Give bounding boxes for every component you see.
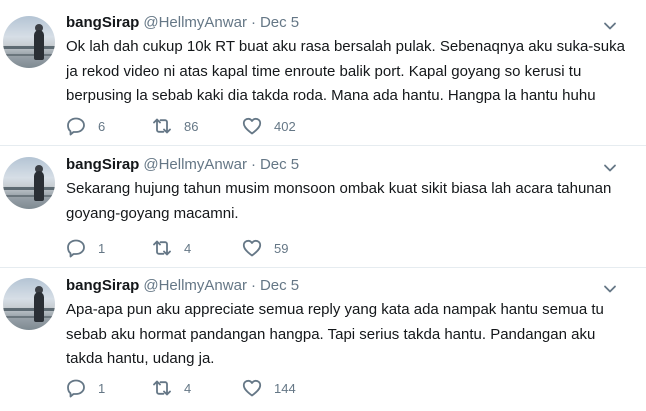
tweet-date[interactable]: Dec 5 — [260, 277, 299, 294]
tweet-text-line: takda hantu, udang ja. — [66, 350, 215, 367]
like-count: 144 — [274, 380, 296, 396]
tweet-text-line: Ok lah dah cukup 10k RT buat aku rasa be… — [66, 38, 625, 55]
reply-icon — [67, 239, 85, 258]
retweet-icon — [153, 380, 171, 396]
separator-dot: · — [250, 277, 256, 294]
display-name[interactable]: bangSirap — [66, 14, 139, 31]
reply-count: 1 — [98, 380, 106, 396]
tweet[interactable]: bangSirap @HellmyAnwar · Dec 5 Sekarang huj… — [0, 146, 646, 268]
like-button[interactable]: 402 — [242, 116, 296, 136]
display-name[interactable]: bangSirap — [66, 277, 139, 294]
reply-button[interactable]: 1 — [66, 238, 105, 258]
tweet-timeline: bangSirap @HellmyAnwar · Dec 5 Ok lah dah c… — [0, 0, 646, 411]
retweet-count: 4 — [184, 380, 192, 396]
like-button[interactable]: 144 — [242, 378, 296, 398]
tweet-text-line: goyang-goyang macamni. — [66, 204, 239, 222]
reply-icon — [67, 379, 85, 398]
display-name[interactable]: bangSirap — [66, 156, 139, 173]
tweet-header: bangSirap @HellmyAnwar · Dec 5 — [66, 14, 299, 32]
avatar[interactable] — [3, 157, 55, 209]
chevron-down-icon[interactable] — [602, 281, 618, 297]
retweet-button[interactable]: 4 — [152, 378, 191, 398]
avatar[interactable] — [3, 16, 55, 68]
tweet-date[interactable]: Dec 5 — [260, 14, 299, 31]
tweet-header: bangSirap @HellmyAnwar · Dec 5 — [66, 277, 299, 295]
reply-button[interactable]: 1 — [66, 378, 105, 398]
user-handle[interactable]: @HellmyAnwar — [143, 156, 247, 173]
heart-icon — [242, 239, 262, 257]
avatar[interactable] — [3, 278, 55, 330]
tweet-text-line: ja rekod video ni atas kapal time enrout… — [66, 62, 582, 80]
tweet-text-line: sebab aku hormat pandangan hangpa. Tapi … — [66, 325, 596, 343]
heart-icon — [242, 117, 262, 135]
tweet-text-line: Apa-apa pun aku appreciate semua reply y… — [66, 301, 604, 318]
like-button[interactable]: 59 — [242, 238, 288, 258]
separator-dot: · — [250, 14, 256, 31]
user-handle[interactable]: @HellmyAnwar — [143, 14, 247, 31]
like-count: 59 — [274, 240, 289, 256]
tweet-text-line: Sekarang hujung tahun musim monsoon omba… — [66, 180, 612, 197]
retweet-count: 4 — [184, 240, 192, 256]
reply-icon — [67, 117, 85, 136]
tweet-text: Apa-apa pun aku appreciate semua reply y… — [66, 298, 626, 372]
reply-count: 6 — [98, 118, 106, 134]
chevron-down-icon[interactable] — [602, 160, 618, 176]
tweet-text: Sekarang hujung tahun musim monsoon omba… — [66, 177, 626, 226]
retweet-icon — [153, 240, 171, 256]
chevron-down-icon[interactable] — [602, 18, 618, 34]
tweet[interactable]: bangSirap @HellmyAnwar · Dec 5 Apa-apa pun … — [0, 268, 646, 411]
tweet-header: bangSirap @HellmyAnwar · Dec 5 — [66, 156, 299, 174]
tweet-text: Ok lah dah cukup 10k RT buat aku rasa be… — [66, 35, 626, 109]
user-handle[interactable]: @HellmyAnwar — [143, 277, 247, 294]
heart-icon — [242, 379, 262, 397]
like-count: 402 — [274, 118, 296, 134]
tweet-actions: 1 4 144 — [66, 378, 466, 398]
retweet-count: 86 — [184, 118, 199, 134]
tweet-actions: 6 86 402 — [66, 116, 466, 136]
reply-button[interactable]: 6 — [66, 116, 105, 136]
tweet-date[interactable]: Dec 5 — [260, 156, 299, 173]
tweet-actions: 1 4 59 — [66, 238, 466, 258]
retweet-button[interactable]: 4 — [152, 238, 191, 258]
reply-count: 1 — [98, 240, 106, 256]
retweet-icon — [153, 118, 171, 134]
separator-dot: · — [250, 156, 256, 173]
tweet-text-line: berpusing la sebab kaki dia takda roda. … — [66, 87, 596, 104]
retweet-button[interactable]: 86 — [152, 116, 198, 136]
tweet[interactable]: bangSirap @HellmyAnwar · Dec 5 Ok lah dah c… — [0, 0, 646, 146]
